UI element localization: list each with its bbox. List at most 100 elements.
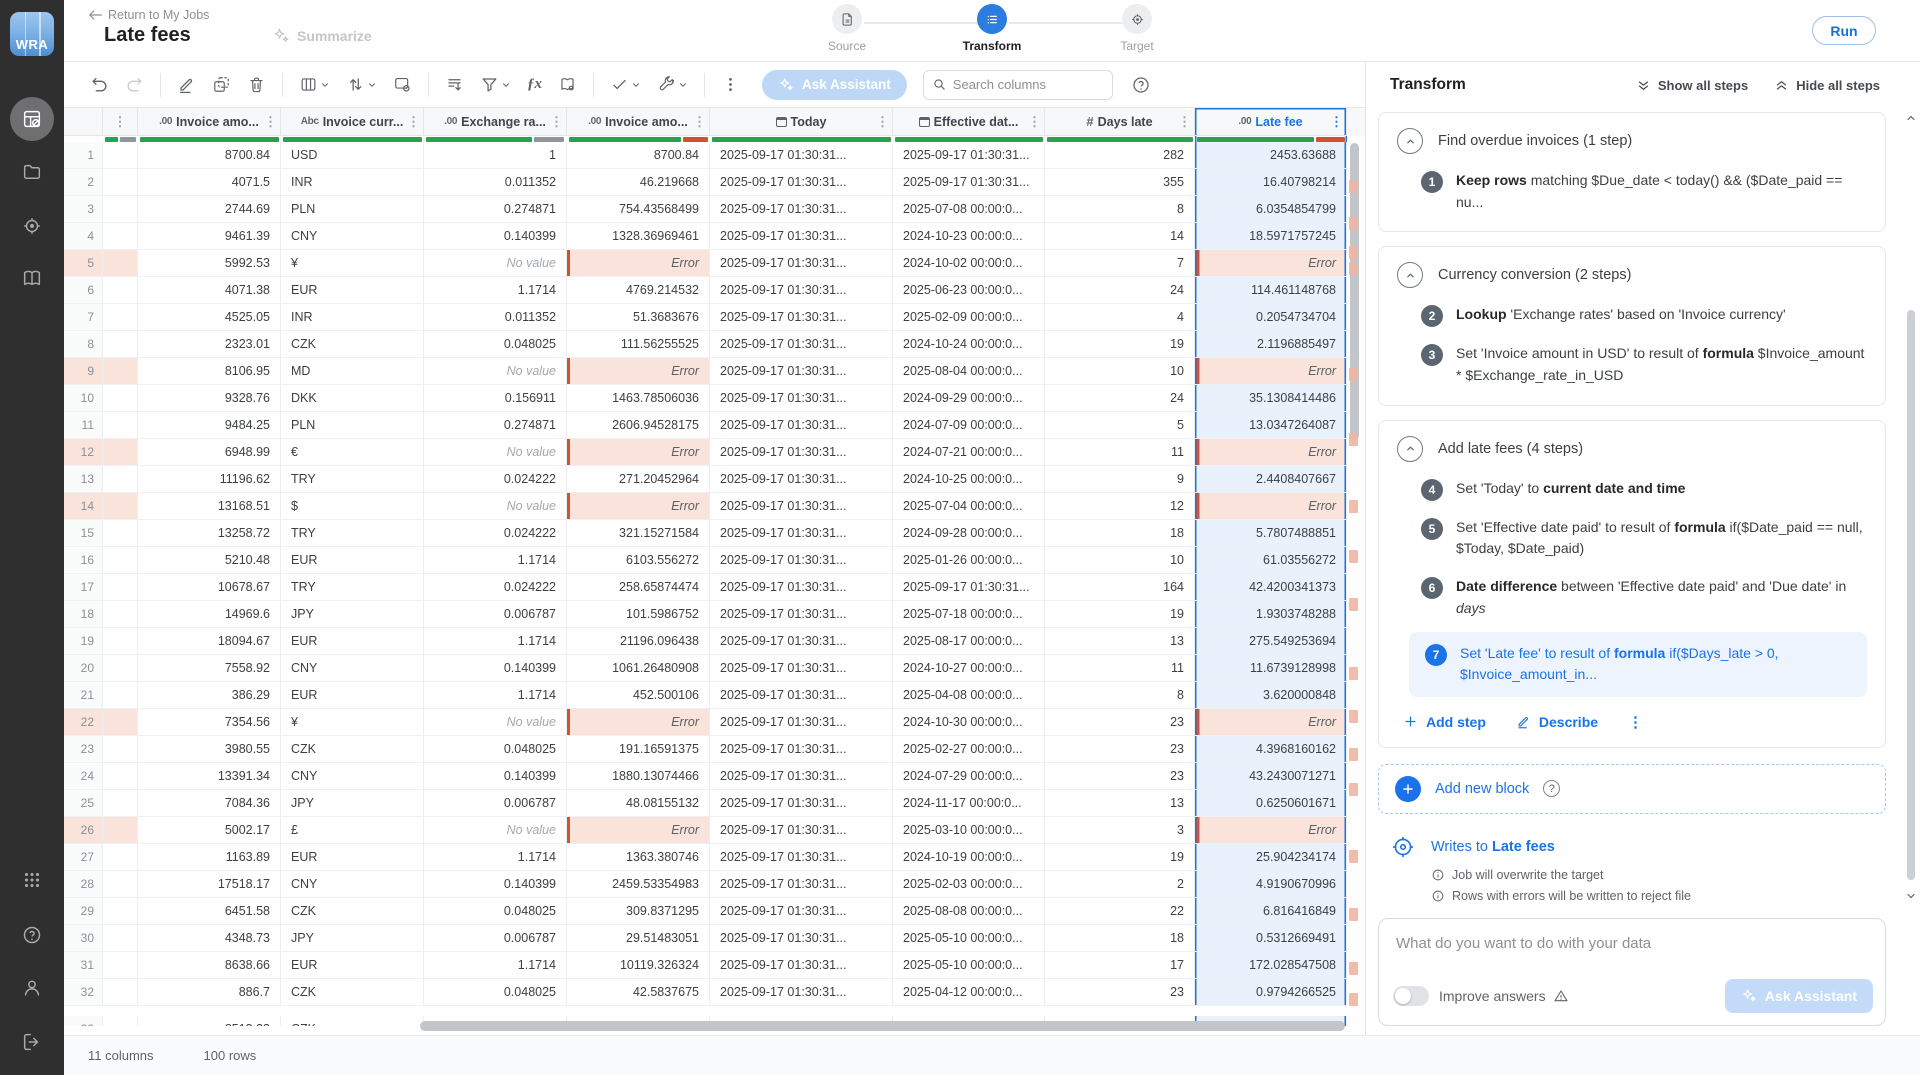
cell-amount[interactable]: 13391.34	[138, 763, 281, 790]
cell-currency[interactable]: DKK	[281, 385, 424, 412]
cell-currency[interactable]: JPY	[281, 790, 424, 817]
cell-days[interactable]: 2	[1045, 871, 1195, 898]
cell-currency[interactable]: ¥	[281, 709, 424, 736]
cell-currency[interactable]: EUR	[281, 952, 424, 979]
cell-sliver[interactable]	[103, 817, 138, 844]
column-menu-icon[interactable]: ⋮	[1028, 115, 1041, 128]
cell-fee[interactable]: 4.3968160162	[1195, 736, 1347, 763]
describe-button[interactable]: Describe	[1516, 714, 1598, 730]
cell-rate[interactable]: 1.1714	[424, 277, 567, 304]
cell-rate[interactable]: 0.006787	[424, 601, 567, 628]
cell-fee[interactable]: 43.2430071271	[1195, 763, 1347, 790]
cell-usd[interactable]: 48.08155132	[567, 790, 710, 817]
cell-effective[interactable]: 2025-07-08 00:00:0...	[893, 196, 1045, 223]
horizontal-scrollbar[interactable]	[64, 1021, 1347, 1033]
cell-fee[interactable]: 0.6250601671	[1195, 790, 1347, 817]
cell-days[interactable]: 9	[1045, 466, 1195, 493]
row-number[interactable]: 10	[64, 385, 103, 412]
table-row[interactable]: 49461.39CNY0.1403991328.369694612025-09-…	[64, 223, 1365, 250]
cell-days[interactable]: 282	[1045, 142, 1195, 169]
cell-rate[interactable]: 1.1714	[424, 547, 567, 574]
cell-fee[interactable]: 3.620000848	[1195, 682, 1347, 709]
table-row[interactable]: 74525.05INR0.01135251.36836762025-09-17 …	[64, 304, 1365, 331]
cell-currency[interactable]: TRY	[281, 574, 424, 601]
column-menu-icon[interactable]: ⋮	[876, 115, 889, 128]
row-number[interactable]: 5	[64, 250, 103, 277]
cell-usd[interactable]: Error	[567, 358, 710, 385]
more-options-button[interactable]	[721, 75, 740, 94]
sidebar-item-signout[interactable]	[0, 1020, 64, 1064]
tools-menu-button[interactable]	[657, 75, 688, 94]
table-row[interactable]: 296451.58CZK0.048025309.83712952025-09-1…	[64, 898, 1365, 925]
cell-fee[interactable]: 16.40798214	[1195, 169, 1347, 196]
cell-fee[interactable]: Error	[1195, 439, 1347, 466]
cell-today[interactable]: 2025-09-17 01:30:31...	[710, 439, 893, 466]
cell-usd[interactable]: 271.20452964	[567, 466, 710, 493]
collapse-chevron-icon[interactable]	[1397, 436, 1423, 462]
cell-effective[interactable]: 2025-04-12 00:00:0...	[893, 979, 1045, 1006]
cell-today[interactable]: 2025-09-17 01:30:31...	[710, 736, 893, 763]
cell-amount[interactable]: 8638.66	[138, 952, 281, 979]
table-row[interactable]: 2413391.34CNY0.1403991880.130744662025-0…	[64, 763, 1365, 790]
cell-rate[interactable]: No value	[424, 358, 567, 385]
run-button[interactable]: Run	[1812, 16, 1876, 45]
step-group-header[interactable]: Currency conversion (2 steps)	[1397, 262, 1867, 288]
cell-fee[interactable]: 13.0347264087	[1195, 412, 1347, 439]
cell-currency[interactable]: CNY	[281, 763, 424, 790]
cell-sliver[interactable]	[103, 952, 138, 979]
cell-usd[interactable]: 1363.380746	[567, 844, 710, 871]
cell-rate[interactable]: 1.1714	[424, 628, 567, 655]
cell-usd[interactable]: Error	[567, 439, 710, 466]
cell-fee[interactable]: 2.1196885497	[1195, 331, 1347, 358]
cell-usd[interactable]: Error	[567, 709, 710, 736]
cell-effective[interactable]: 2024-10-27 00:00:0...	[893, 655, 1045, 682]
cell-fee[interactable]: 2.4408407667	[1195, 466, 1347, 493]
cell-fee[interactable]: 1.9303748288	[1195, 601, 1347, 628]
cell-effective[interactable]: 2024-07-29 00:00:0...	[893, 763, 1045, 790]
cell-days[interactable]: 355	[1045, 169, 1195, 196]
cell-effective[interactable]: 2025-07-04 00:00:0...	[893, 493, 1045, 520]
cell-currency[interactable]: CZK	[281, 979, 424, 1006]
cell-currency[interactable]: EUR	[281, 628, 424, 655]
column-menu-icon[interactable]: ⋮	[407, 115, 420, 128]
panel-scrollbar-thumb[interactable]	[1907, 310, 1915, 880]
column-header-usd[interactable]: .00Invoice amo...⋮	[567, 108, 710, 136]
cell-amount[interactable]: 9328.76	[138, 385, 281, 412]
cell-effective[interactable]: 2025-09-17 01:30:31...	[893, 169, 1045, 196]
cell-effective[interactable]: 2024-10-19 00:00:0...	[893, 844, 1045, 871]
cell-today[interactable]: 2025-09-17 01:30:31...	[710, 898, 893, 925]
add-new-block-button[interactable]: Add new block?	[1378, 764, 1886, 814]
cell-days[interactable]: 18	[1045, 925, 1195, 952]
row-number[interactable]: 27	[64, 844, 103, 871]
cell-usd[interactable]: 1880.13074466	[567, 763, 710, 790]
row-number[interactable]: 19	[64, 628, 103, 655]
cell-currency[interactable]: EUR	[281, 277, 424, 304]
cell-sliver[interactable]	[103, 277, 138, 304]
table-row[interactable]: 82323.01CZK0.048025111.562555252025-09-1…	[64, 331, 1365, 358]
cell-usd[interactable]: 754.43568499	[567, 196, 710, 223]
summarize-button[interactable]: Summarize	[272, 27, 372, 45]
cell-days[interactable]: 10	[1045, 547, 1195, 574]
cell-effective[interactable]: 2025-03-10 00:00:0...	[893, 817, 1045, 844]
cell-rate[interactable]: No value	[424, 250, 567, 277]
cell-days[interactable]: 13	[1045, 628, 1195, 655]
row-number[interactable]: 14	[64, 493, 103, 520]
writes-to-row[interactable]: Writes to Late fees	[1390, 834, 1886, 860]
sidebar-item-help[interactable]	[0, 913, 64, 957]
cell-today[interactable]: 2025-09-17 01:30:31...	[710, 790, 893, 817]
cell-days[interactable]: 22	[1045, 898, 1195, 925]
back-link[interactable]: Return to My Jobs	[88, 8, 209, 22]
cell-amount[interactable]: 9461.39	[138, 223, 281, 250]
cell-amount[interactable]: 7354.56	[138, 709, 281, 736]
cell-today[interactable]: 2025-09-17 01:30:31...	[710, 979, 893, 1006]
cell-rate[interactable]: No value	[424, 709, 567, 736]
cell-today[interactable]: 2025-09-17 01:30:31...	[710, 547, 893, 574]
cell-fee[interactable]: Error	[1195, 817, 1347, 844]
table-row[interactable]: 1513258.72TRY0.024222321.152715842025-09…	[64, 520, 1365, 547]
cell-today[interactable]: 2025-09-17 01:30:31...	[710, 277, 893, 304]
cell-usd[interactable]: 258.65874474	[567, 574, 710, 601]
table-row[interactable]: 98106.95MDNo valueError2025-09-17 01:30:…	[64, 358, 1365, 385]
cell-today[interactable]: 2025-09-17 01:30:31...	[710, 520, 893, 547]
cell-days[interactable]: 23	[1045, 763, 1195, 790]
cell-amount[interactable]: 4348.73	[138, 925, 281, 952]
